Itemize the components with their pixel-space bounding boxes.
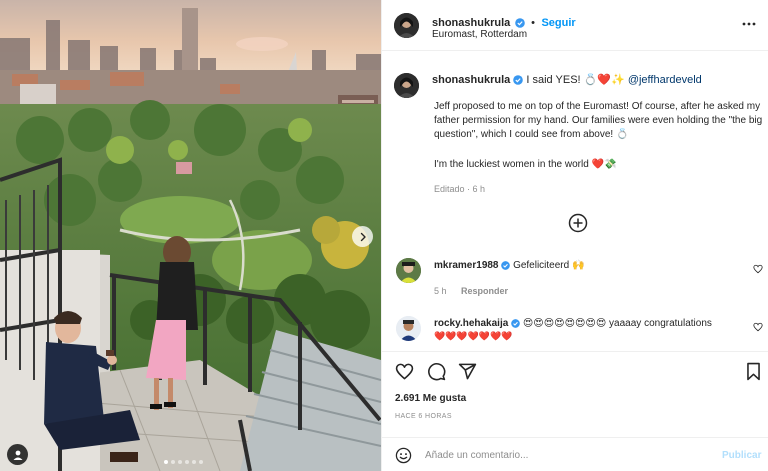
profile-picture xyxy=(396,258,421,283)
caption-closing: I'm the luckiest women in the world ❤️💸 xyxy=(434,159,617,170)
comment-icon[interactable] xyxy=(427,362,446,381)
verified-badge-icon xyxy=(511,319,520,328)
comment-item: mkramer1988 Gefeliciteerd 🙌 xyxy=(434,260,584,271)
chevron-right-icon xyxy=(360,232,366,241)
publish-button[interactable]: Publicar xyxy=(722,450,761,461)
caption-meta: Editado · 6 h xyxy=(434,184,486,194)
send-icon[interactable] xyxy=(458,362,477,381)
comment-item: rocky.hehakaija 😍😍😍😍😍😍😍😍 yaaaay congratu… xyxy=(434,318,712,329)
comment-username[interactable]: rocky.hehakaija xyxy=(434,318,508,329)
comment-text: 😍😍😍😍😍😍😍😍 yaaaay congratulations xyxy=(522,318,712,329)
verified-badge-icon xyxy=(514,18,525,28)
comment-meta: 5 h Responder xyxy=(434,286,508,296)
heart-icon[interactable] xyxy=(395,362,414,381)
carousel-dot xyxy=(192,460,196,464)
likes-count[interactable]: 2.691 Me gusta xyxy=(395,393,466,404)
header-separator: • xyxy=(531,17,536,29)
avatar[interactable] xyxy=(394,13,419,38)
follow-button[interactable]: Seguir xyxy=(541,17,575,29)
caption-mention-link[interactable]: @jeffhardeveld xyxy=(628,74,702,86)
caption-time: 6 h xyxy=(472,184,486,194)
header-username[interactable]: shonashukrula xyxy=(432,17,510,29)
comment-username[interactable]: mkramer1988 xyxy=(434,260,499,271)
carousel-dot xyxy=(171,460,175,464)
comment-text-continued: ❤️❤️❤️❤️❤️❤️❤️ xyxy=(434,331,513,341)
commenter-avatar[interactable] xyxy=(396,258,421,283)
verified-badge-icon xyxy=(513,75,524,85)
plus-circle-icon[interactable] xyxy=(568,213,588,233)
profile-picture xyxy=(396,316,421,341)
emoji-icon[interactable] xyxy=(395,447,412,464)
caption-intro: I said YES! 💍❤️✨ xyxy=(526,74,625,86)
tagged-users-button[interactable] xyxy=(7,444,28,465)
carousel-dot xyxy=(199,460,203,464)
comment-like-icon[interactable] xyxy=(753,322,763,332)
post-photo[interactable] xyxy=(0,0,381,471)
add-comment-bar: Publicar xyxy=(382,437,768,471)
comment-like-icon[interactable] xyxy=(753,264,763,274)
comment-time: 5 h xyxy=(434,286,447,296)
carousel-dot xyxy=(185,460,189,464)
commenter-avatar[interactable] xyxy=(396,316,421,341)
comment-text: Gefeliciteerd 🙌 xyxy=(513,260,585,271)
next-photo-button[interactable] xyxy=(352,226,373,247)
verified-badge-icon xyxy=(501,261,511,270)
caption-header: shonashukrula I said YES! 💍❤️✨ @jeffhard… xyxy=(432,73,702,86)
instagram-post: shonashukrula • Seguir Euromast, Rotterd… xyxy=(0,0,768,471)
reply-button[interactable]: Responder xyxy=(461,286,508,296)
post-timestamp[interactable]: HACE 6 HORAS xyxy=(395,413,452,420)
post-header: shonashukrula • Seguir Euromast, Rotterd… xyxy=(382,0,768,51)
caption-paragraph: Jeff proposed to me on top of the Euroma… xyxy=(434,101,763,140)
more-horizontal-icon[interactable] xyxy=(742,17,756,31)
profile-picture xyxy=(394,73,419,98)
comment-input[interactable] xyxy=(425,447,705,463)
caption-avatar[interactable] xyxy=(394,73,419,98)
carousel-dot xyxy=(164,460,168,464)
caption-username[interactable]: shonashukrula xyxy=(432,74,510,86)
carousel-dot xyxy=(178,460,182,464)
proposal-photo-illustration xyxy=(0,0,381,471)
user-tag-icon xyxy=(13,450,22,460)
post-side-panel: shonashukrula • Seguir Euromast, Rotterd… xyxy=(381,0,768,471)
profile-picture xyxy=(394,13,419,38)
post-location[interactable]: Euromast, Rotterdam xyxy=(432,29,527,40)
edited-label: Editado xyxy=(434,184,465,194)
carousel-indicator xyxy=(164,460,203,464)
bookmark-icon[interactable] xyxy=(745,362,762,381)
post-actions-bar xyxy=(382,351,768,391)
